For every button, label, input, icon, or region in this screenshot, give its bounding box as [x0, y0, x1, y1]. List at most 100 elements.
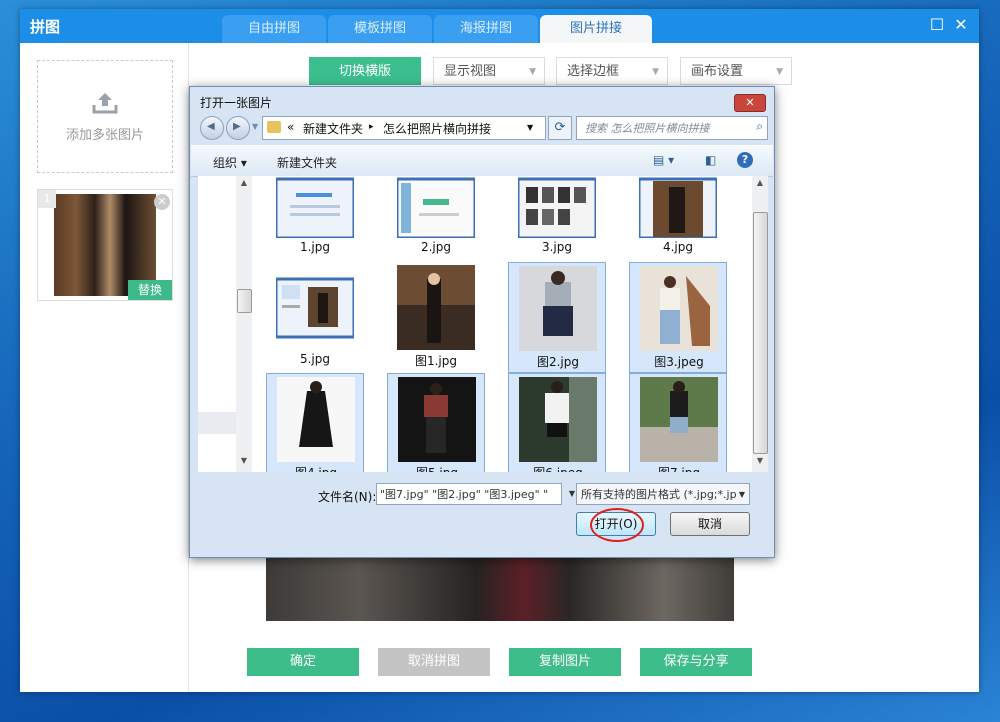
- canvas-settings-dropdown[interactable]: 画布设置 ▼: [680, 57, 792, 85]
- view-options-icon[interactable]: ▤ ▾: [653, 153, 674, 167]
- chevron-down-icon: ▼: [529, 67, 536, 77]
- file-thumbnail: [397, 177, 475, 238]
- file-name: 1.jpg: [299, 240, 331, 254]
- file-item[interactable]: 2.jpg: [387, 176, 485, 261]
- breadcrumb-overflow[interactable]: «: [287, 120, 294, 134]
- copy-image-button[interactable]: 复制图片: [509, 648, 621, 676]
- scroll-up-icon[interactable]: ▲: [752, 178, 768, 192]
- app-title: 拼图: [30, 18, 61, 36]
- file-thumbnail: [398, 377, 476, 462]
- sidebar: 添加多张图片 1 ✕ 替换: [20, 43, 189, 692]
- cancel-collage-button[interactable]: 取消拼图: [378, 648, 490, 676]
- watermark-brand: Baidu经验: [766, 626, 946, 667]
- image-thumbnail-card[interactable]: 1 ✕ 替换: [37, 189, 173, 301]
- file-list-scrollbar[interactable]: ▲ ▼: [752, 176, 768, 472]
- file-item[interactable]: 1.jpg: [266, 176, 364, 261]
- scroll-down-icon[interactable]: ▼: [236, 456, 252, 470]
- dialog-cancel-button[interactable]: 取消: [670, 512, 750, 536]
- address-dropdown-icon[interactable]: ▼: [527, 123, 533, 132]
- scroll-down-icon[interactable]: ▼: [752, 456, 768, 470]
- file-item[interactable]: 图2.jpg: [508, 262, 606, 373]
- dialog-close-button[interactable]: ✕: [734, 94, 766, 112]
- switch-landscape-button[interactable]: 切换横版: [309, 57, 421, 85]
- file-name: 2.jpg: [420, 240, 452, 254]
- back-button[interactable]: ◀: [200, 116, 224, 140]
- forward-button[interactable]: ▶: [226, 116, 250, 140]
- file-name: 图3.jpeg: [654, 355, 704, 369]
- filename-input[interactable]: "图7.jpg" "图2.jpg" "图3.jpeg" ": [376, 483, 562, 505]
- scroll-thumb[interactable]: [237, 289, 252, 313]
- breadcrumb-new-folder[interactable]: 新建文件夹: [303, 120, 363, 137]
- file-thumbnail: [518, 177, 596, 238]
- save-share-button[interactable]: 保存与分享: [640, 648, 752, 676]
- file-name: 图1.jpg: [414, 354, 458, 368]
- remove-thumbnail-icon[interactable]: ✕: [154, 194, 170, 210]
- breadcrumb-separator-icon[interactable]: ▸: [369, 122, 374, 132]
- add-images-label: 添加多张图片: [65, 128, 144, 143]
- thumbnail-index: 1: [38, 190, 56, 208]
- confirm-button[interactable]: 确定: [247, 648, 359, 676]
- chevron-down-icon: ▼: [738, 490, 745, 499]
- close-icon[interactable]: ✕: [951, 15, 971, 35]
- history-dropdown-icon[interactable]: ▼: [252, 122, 258, 131]
- help-icon[interactable]: ?: [737, 152, 753, 168]
- search-icon[interactable]: ⌕: [756, 119, 763, 134]
- file-thumbnail: [640, 377, 718, 462]
- filename-label: 文件名(N):: [318, 490, 377, 504]
- chevron-down-icon: ▼: [776, 67, 783, 77]
- file-item[interactable]: 4.jpg: [629, 176, 727, 261]
- file-name: 图6.jpeg: [509, 464, 607, 472]
- select-border-dropdown[interactable]: 选择边框 ▼: [556, 57, 668, 85]
- tab-poster-collage[interactable]: 海报拼图: [434, 15, 538, 43]
- add-images-button[interactable]: 添加多张图片: [37, 60, 173, 173]
- display-view-label: 显示视图: [444, 64, 497, 79]
- file-item[interactable]: 图5.jpg: [387, 373, 485, 472]
- display-view-dropdown[interactable]: 显示视图 ▼: [433, 57, 545, 85]
- file-thumbnail: [640, 266, 718, 351]
- organize-menu[interactable]: 组织 ▾: [213, 154, 247, 171]
- file-list[interactable]: 1.jpg 2.jpg 3.jpg 4.jpg 5.jpg 图1.jpg 图2.…: [252, 176, 756, 472]
- navigation-pane[interactable]: [198, 176, 236, 472]
- command-bar: 组织 ▾ 新建文件夹 ▤ ▾ ◧ ?: [191, 145, 773, 177]
- file-item[interactable]: 图4.jpg: [266, 373, 364, 472]
- new-folder-button[interactable]: 新建文件夹: [277, 154, 337, 171]
- scroll-up-icon[interactable]: ▲: [236, 178, 252, 192]
- chevron-down-icon: ▼: [652, 67, 659, 77]
- file-item[interactable]: 3.jpg: [508, 176, 606, 261]
- upload-icon: [92, 93, 118, 114]
- open-file-dialog: 打开一张图片 ✕ ◀ ▶ ▼ « 新建文件夹 ▸ 怎么把照片横向拼接 ▼ ⟳ 搜…: [189, 86, 775, 558]
- maximize-icon[interactable]: ☐: [927, 15, 947, 35]
- file-thumbnail: [519, 377, 597, 462]
- file-item[interactable]: 图7.jpg: [629, 373, 727, 472]
- tab-template-collage[interactable]: 模板拼图: [328, 15, 432, 43]
- preview-pane-icon[interactable]: ◧: [705, 153, 716, 167]
- file-thumbnail: [397, 265, 475, 350]
- tab-image-stitch[interactable]: 图片拼接: [540, 15, 652, 43]
- file-name: 5.jpg: [299, 352, 331, 366]
- canvas-photo: [266, 549, 734, 621]
- address-bar[interactable]: « 新建文件夹 ▸ 怎么把照片横向拼接 ▼: [262, 116, 546, 140]
- file-thumbnail: [277, 377, 355, 462]
- folder-icon: [267, 121, 281, 133]
- file-item[interactable]: 图1.jpg: [387, 262, 485, 373]
- file-item[interactable]: 5.jpg: [266, 262, 364, 373]
- nav-pane-item[interactable]: [198, 412, 236, 434]
- filetype-select[interactable]: 所有支持的图片格式 (*.jpg;*.jp ▼: [576, 483, 750, 505]
- file-item[interactable]: 图3.jpeg: [629, 262, 727, 373]
- forward-arrow-icon: ▶: [233, 121, 241, 132]
- file-item[interactable]: 图6.jpeg: [508, 373, 606, 472]
- refresh-icon[interactable]: ⟳: [548, 116, 572, 140]
- scroll-thumb[interactable]: [753, 212, 768, 454]
- filetype-value: 所有支持的图片格式 (*.jpg;*.jp: [581, 488, 737, 501]
- file-name: 图7.jpg: [630, 464, 728, 472]
- back-arrow-icon: ◀: [207, 121, 215, 132]
- nav-pane-scrollbar[interactable]: ▲ ▼: [236, 176, 252, 472]
- title-bar: 拼图 自由拼图 模板拼图 海报拼图 图片拼接 ☐ ✕: [20, 9, 979, 43]
- tab-free-collage[interactable]: 自由拼图: [222, 15, 326, 43]
- file-thumbnail: [276, 277, 354, 339]
- watermark-url: jingyan.baidu.com: [770, 674, 875, 689]
- dialog-title: 打开一张图片: [200, 96, 273, 110]
- breadcrumb-current-folder[interactable]: 怎么把照片横向拼接: [383, 120, 491, 137]
- replace-button[interactable]: 替换: [128, 280, 172, 300]
- search-input[interactable]: 搜索 怎么把照片横向拼接 ⌕: [576, 116, 768, 140]
